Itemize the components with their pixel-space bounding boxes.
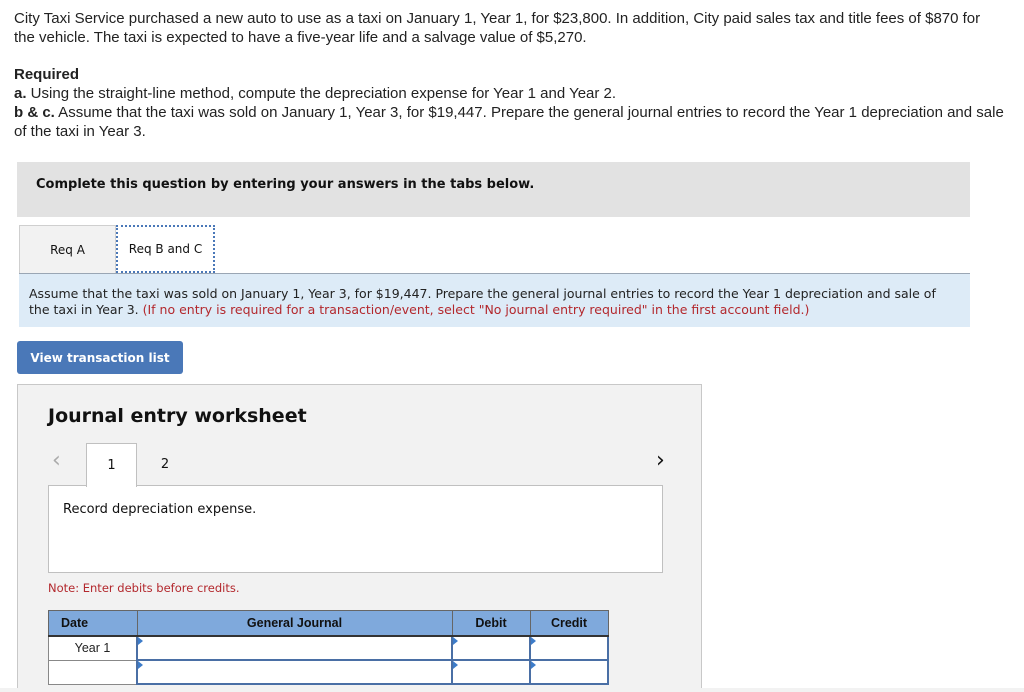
required-list: a. Using the straight-line method, compu…: [14, 84, 1004, 141]
tab-req-b-and-c[interactable]: Req B and C: [116, 225, 215, 273]
bottom-edge: [0, 688, 1024, 692]
instructions-text: Complete this question by entering your …: [36, 177, 535, 192]
chevron-left-icon[interactable]: ‹: [52, 448, 61, 473]
entry-description-box: Record depreciation expense.: [48, 485, 663, 573]
view-transaction-list-button[interactable]: View transaction list: [17, 341, 183, 374]
problem-intro-text: City Taxi Service purchased a new auto t…: [14, 10, 981, 46]
header-date: Date: [48, 610, 138, 637]
chevron-right-icon[interactable]: ›: [656, 448, 665, 473]
required-heading: Required: [14, 66, 80, 83]
entry-description: Record depreciation expense.: [63, 502, 257, 517]
tab-req-a[interactable]: Req A: [19, 225, 116, 273]
table-row: Year 1: [48, 635, 609, 661]
credit-input[interactable]: [529, 659, 609, 685]
debit-input[interactable]: [451, 635, 531, 661]
required-item-a-text: Using the straight-line method, compute …: [26, 85, 617, 102]
credit-input[interactable]: [529, 635, 609, 661]
debit-input[interactable]: [451, 659, 531, 685]
worksheet-page-2[interactable]: 2: [140, 443, 190, 486]
required-item-bc: b & c. Assume that the taxi was sold on …: [14, 103, 1004, 141]
instructions-banner: Complete this question by entering your …: [17, 162, 970, 217]
worksheet-title: Journal entry worksheet: [48, 405, 307, 427]
journal-table: Date General Journal Debit Credit Year 1: [48, 610, 609, 685]
prompt-hint: (If no entry is required for a transacti…: [142, 302, 810, 317]
journal-table-header: Date General Journal Debit Credit: [48, 610, 609, 637]
table-row: [48, 659, 609, 685]
question-prompt: Assume that the taxi was sold on January…: [19, 274, 970, 327]
required-item-a-label: a.: [14, 85, 27, 102]
account-input[interactable]: [136, 659, 453, 685]
worksheet-page-1[interactable]: 1: [86, 443, 137, 487]
date-cell: [48, 659, 138, 685]
header-credit: Credit: [529, 610, 609, 637]
journal-entry-worksheet: Journal entry worksheet ‹ 1 2 › Record d…: [17, 384, 702, 689]
required-item-a: a. Using the straight-line method, compu…: [14, 84, 1004, 103]
account-input[interactable]: [136, 635, 453, 661]
required-item-bc-text: Assume that the taxi was sold on January…: [14, 104, 1004, 140]
required-item-bc-label: b & c.: [14, 104, 55, 121]
header-general-journal: General Journal: [136, 610, 453, 637]
problem-intro: City Taxi Service purchased a new auto t…: [14, 9, 1004, 47]
header-debit: Debit: [451, 610, 531, 637]
date-cell: Year 1: [48, 635, 138, 661]
debits-note: Note: Enter debits before credits.: [48, 581, 240, 595]
